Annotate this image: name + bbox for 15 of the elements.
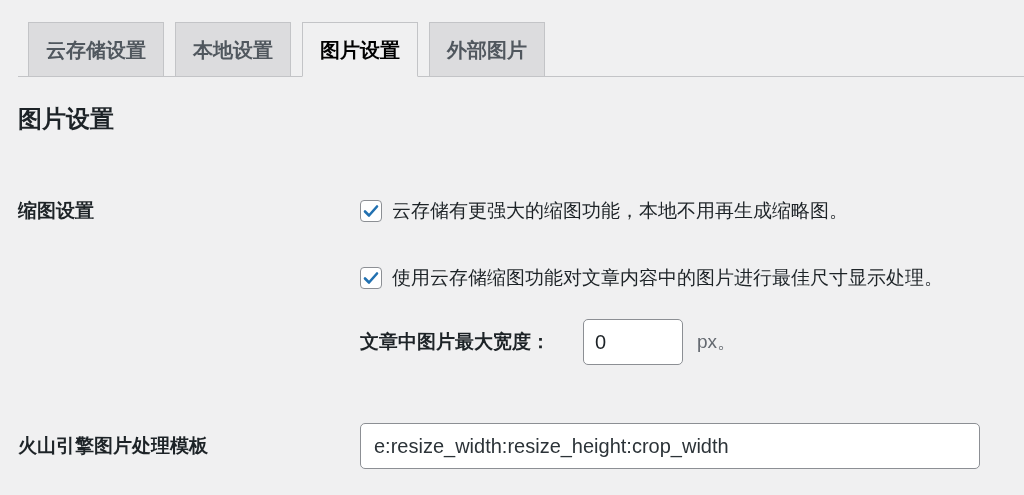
section-heading: 图片设置 (18, 104, 114, 134)
field-label: 文章中图片最大宽度： (360, 329, 551, 354)
field-label: 缩图设置 (18, 199, 95, 223)
tab[interactable]: 本地设置 (175, 22, 291, 76)
checkbox[interactable] (360, 267, 382, 289)
tab[interactable]: 外部图片 (429, 22, 545, 76)
width-input-field[interactable]: 0 (583, 319, 683, 365)
unit-label: px。 (697, 329, 737, 354)
checkbox-label: 云存储有更强大的缩图功能，本地不用再生成缩略图。 (392, 198, 848, 223)
field-label: 火山引擎图片处理模板 (18, 433, 209, 458)
checkbox-label: 使用云存储缩图功能对文章内容中的图片进行最佳尺寸显示处理。 (392, 265, 943, 290)
tab[interactable]: 图片设置 (302, 22, 418, 77)
checkbox[interactable] (360, 200, 382, 222)
template-input-field[interactable]: e:resize_width:resize_height:crop_width (360, 423, 980, 469)
tab[interactable]: 云存储设置 (28, 22, 164, 76)
